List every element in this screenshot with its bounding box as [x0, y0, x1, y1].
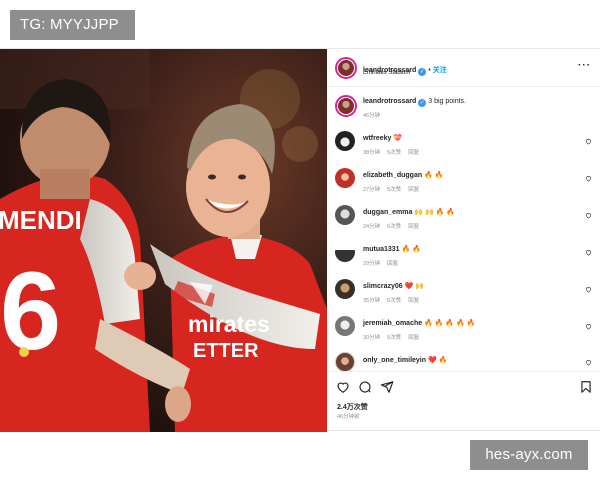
- comment-text: jeremiah_omache 🔥 🔥 🔥 🔥 🔥: [363, 319, 475, 327]
- location-link[interactable]: Emirates Stadium: [363, 70, 410, 76]
- comment-username[interactable]: slimcrazy06: [363, 283, 403, 290]
- comment-time: 24分钟: [363, 224, 381, 230]
- comment-body: 🔥 🔥 🔥 🔥 🔥: [424, 320, 476, 327]
- comment-avatar[interactable]: [335, 279, 355, 299]
- comment-meta: 29分钟 回复: [363, 259, 405, 267]
- comment-likes[interactable]: 5次赞: [387, 150, 401, 156]
- comment-body: 🙌 🙌 🔥 🔥: [414, 209, 456, 216]
- comment-like-heart-icon[interactable]: [585, 249, 592, 256]
- comment-likes[interactable]: 5次赞: [387, 187, 401, 193]
- comment-meta: 30分钟 5次赞 回复: [363, 333, 426, 341]
- comment-reply-button[interactable]: 回复: [408, 335, 419, 341]
- caption-body: 3 big points.: [428, 98, 466, 105]
- post-side-panel: leandrotrossard ✓ • 关注 Emirates Stadium ···…: [327, 49, 600, 432]
- comment-like-heart-icon[interactable]: [585, 212, 592, 219]
- comment-meta: 24分钟 6次赞 回复: [363, 222, 426, 230]
- comment-avatar[interactable]: [335, 168, 355, 188]
- comment-username[interactable]: elizabeth_duggan: [363, 172, 422, 179]
- watermark-top-label: TG: MYYJJPP: [10, 10, 135, 40]
- post-photo: mirates ETTER MENDI 6: [0, 49, 327, 432]
- comment-likes[interactable]: 5次赞: [387, 335, 401, 341]
- post-timestamp: 46分钟前: [337, 414, 360, 420]
- comment-time: 35分钟: [363, 298, 381, 304]
- comment-body: ❤️ 🔥: [427, 357, 448, 364]
- post-header: leandrotrossard ✓ • 关注 Emirates Stadium ···: [327, 49, 600, 87]
- verified-badge-icon: ✓: [418, 68, 427, 76]
- comment-text: elizabeth_duggan 🔥 🔥: [363, 171, 443, 179]
- comment-time: 30分钟: [363, 335, 381, 341]
- comment-reply-button[interactable]: 回复: [408, 187, 419, 193]
- comment-text: wtfreeky 💝: [363, 134, 402, 142]
- left-shirt-name: MENDI: [0, 205, 82, 235]
- comment-reply-button[interactable]: 回复: [408, 224, 419, 230]
- comment-like-heart-icon[interactable]: [585, 286, 592, 293]
- comment-meta: 35分钟 5次赞 回复: [363, 296, 426, 304]
- comment-like-heart-icon[interactable]: [585, 323, 592, 330]
- comment-body: ❤️ 🙌: [404, 283, 425, 290]
- comment-username[interactable]: jeremiah_omache: [363, 320, 422, 327]
- save-bookmark-icon[interactable]: [579, 380, 593, 394]
- caption-time: 46分钟: [363, 113, 381, 119]
- comment-like-heart-icon[interactable]: [585, 175, 592, 182]
- share-send-icon[interactable]: [380, 380, 394, 394]
- like-heart-icon[interactable]: [336, 380, 350, 394]
- comment-like-heart-icon[interactable]: [585, 138, 592, 145]
- sponsor-text-line1: mirates: [188, 311, 270, 337]
- comment-body: 🔥 🔥: [424, 172, 444, 179]
- header-separator: •: [428, 67, 431, 74]
- comment-text: duggan_emma 🙌 🙌 🔥 🔥: [363, 208, 455, 216]
- comment-text: only_one_timileyin ❤️ 🔥: [363, 356, 447, 364]
- comment-like-heart-icon[interactable]: [585, 359, 592, 366]
- comment-username[interactable]: duggan_emma: [363, 209, 412, 216]
- comment-time: 29分钟: [363, 261, 381, 267]
- watermark-bottom-label: hes-ayx.com: [470, 440, 588, 470]
- comment-time: 38分钟: [363, 150, 381, 156]
- comment-likes[interactable]: 6次赞: [387, 224, 401, 230]
- comment-username[interactable]: mutua1331: [363, 246, 400, 253]
- comment-username[interactable]: wtfreeky: [363, 135, 391, 142]
- more-options-icon[interactable]: ···: [578, 60, 591, 71]
- comment-avatar[interactable]: [335, 131, 355, 151]
- left-shirt-number: 6: [0, 250, 61, 373]
- follow-button[interactable]: 关注: [433, 67, 447, 74]
- comment-username[interactable]: only_one_timileyin: [363, 357, 426, 364]
- comment-avatar[interactable]: [335, 352, 355, 372]
- sponsor-text-line2: ETTER: [193, 340, 259, 362]
- post-action-bar: 2.4万次赞 46分钟前: [327, 371, 600, 432]
- verified-badge-icon: ✓: [418, 99, 427, 107]
- comment-meta: 38分钟 5次赞 回复: [363, 148, 426, 156]
- comment-bubble-icon[interactable]: [358, 380, 372, 394]
- comment-body: 💝: [393, 135, 403, 142]
- comment-avatar[interactable]: [335, 242, 355, 262]
- comment-avatar[interactable]: [335, 316, 355, 336]
- caption-avatar[interactable]: [335, 95, 357, 117]
- caption-text: leandrotrossard ✓ 3 big points.: [363, 98, 466, 107]
- comment-reply-button[interactable]: 回复: [408, 150, 419, 156]
- author-avatar[interactable]: [335, 57, 357, 79]
- comment-body: 🔥 🔥: [401, 246, 421, 253]
- instagram-post: mirates ETTER MENDI 6 leandrotrossard ✓ • 关…: [0, 48, 600, 432]
- caption-username[interactable]: leandrotrossard: [363, 98, 416, 105]
- comment-reply-button[interactable]: 回复: [408, 298, 419, 304]
- comment-time: 27分钟: [363, 187, 381, 193]
- comment-text: mutua1331 🔥 🔥: [363, 245, 421, 253]
- comment-likes[interactable]: 5次赞: [387, 298, 401, 304]
- comment-avatar[interactable]: [335, 205, 355, 225]
- comment-meta: 27分钟 5次赞 回复: [363, 185, 426, 193]
- likes-count[interactable]: 2.4万次赞: [337, 402, 368, 412]
- comment-reply-button[interactable]: 回复: [387, 261, 398, 267]
- comment-text: slimcrazy06 ❤️ 🙌: [363, 282, 424, 290]
